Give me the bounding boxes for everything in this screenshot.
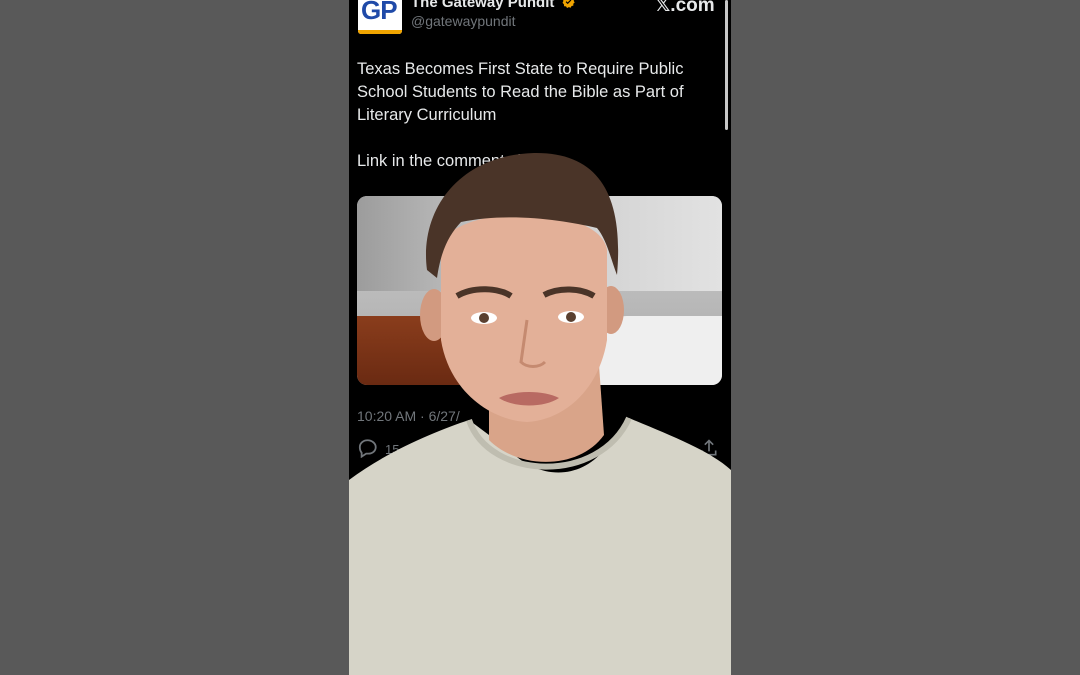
handle[interactable]: @gatewaypundit [411,13,516,29]
avatar-logo-text: GP [361,0,398,25]
verified-badge-icon [562,0,575,8]
video-frame: GP The Gateway Pundit @gatewaypundit 𝕏.c… [0,0,1080,675]
presenter-video [349,152,731,675]
screen-recording: GP The Gateway Pundit @gatewaypundit 𝕏.c… [349,0,731,675]
scrollbar[interactable] [725,0,728,130]
display-name-text: The Gateway Pundit [411,0,555,11]
display-name[interactable]: The Gateway Pundit [411,0,575,11]
tweet-headline: Texas Becomes First State to Require Pub… [357,60,684,124]
avatar[interactable]: GP [358,0,402,34]
site-watermark: 𝕏.com [655,0,715,16]
avatar-accent [358,30,402,34]
